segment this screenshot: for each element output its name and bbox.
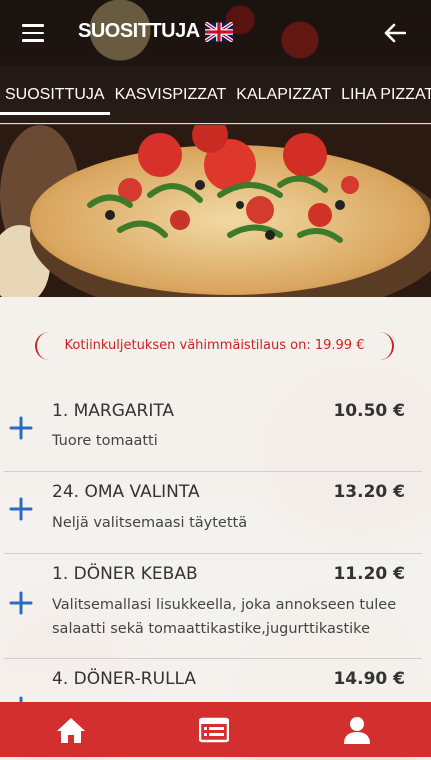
active-tab-indicator <box>0 112 110 115</box>
item-name: 1. DÖNER KEBAB <box>52 564 198 584</box>
add-icon[interactable] <box>8 590 34 616</box>
tab-kalapizzat[interactable]: KALAPIZZAT <box>231 66 336 124</box>
menu-item[interactable]: 24. OMA VALINTA 13.20 € Neljä valitsemaa… <box>0 472 431 552</box>
item-name: 1. MARGARITA <box>52 401 175 421</box>
hero-pizza-image <box>0 125 431 297</box>
item-name: 24. OMA VALINTA <box>52 482 200 502</box>
user-icon[interactable] <box>342 716 372 744</box>
tabs-divider <box>0 123 431 124</box>
add-icon[interactable] <box>8 415 34 441</box>
menu-item[interactable]: 1. MARGARITA 10.50 € Tuore tomaatti <box>0 390 431 470</box>
tab-kasvispizzat[interactable]: KASVISPIZZAT <box>110 66 232 124</box>
item-description: Valitsemallasi lisukkeella, joka annokse… <box>52 597 397 637</box>
page-title: SUOSITTUJA <box>78 20 200 42</box>
menu-item[interactable]: 4. DÖNER-RULLA 14.90 € <box>0 659 431 702</box>
add-icon[interactable] <box>8 496 34 522</box>
tab-liha-pizzat[interactable]: LIHA PIZZAT <box>336 66 431 124</box>
menu-list-icon[interactable] <box>199 716 229 744</box>
category-tabs: SUOSITTUJA KASVISPIZZAT KALAPIZZAT LIHA PIZ… <box>0 66 431 124</box>
tab-suosittuja[interactable]: SUOSITTUJA <box>0 66 110 124</box>
min-order-notice: Kotiinkuljetuksen vähimmäistilaus on: 19… <box>35 332 394 360</box>
uk-flag-icon[interactable] <box>205 22 233 42</box>
item-price: 14.90 € <box>333 669 405 689</box>
bottom-navigation <box>0 702 431 757</box>
back-arrow-icon[interactable] <box>384 23 406 43</box>
add-icon[interactable] <box>8 695 34 702</box>
item-name: 4. DÖNER-RULLA <box>52 669 197 689</box>
menu-item[interactable]: 1. DÖNER KEBAB 11.20 € Valitsemallasi li… <box>0 554 431 658</box>
item-price: 11.20 € <box>333 564 405 584</box>
item-description: Neljä valitsemaasi täytettä <box>52 515 248 531</box>
item-price: 10.50 € <box>333 401 405 421</box>
home-icon[interactable] <box>56 716 86 744</box>
hamburger-menu-icon[interactable] <box>22 24 44 42</box>
app-header: SUOSITTUJA <box>0 0 431 66</box>
item-description: Tuore tomaatti <box>52 433 158 449</box>
item-price: 13.20 € <box>333 482 405 502</box>
